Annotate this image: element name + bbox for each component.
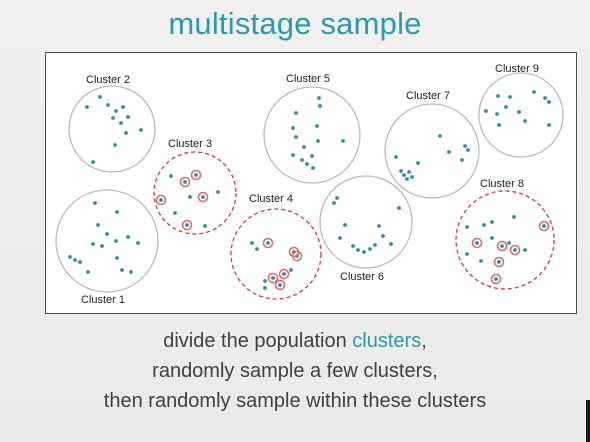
edge-shadow (586, 400, 590, 442)
caption-line-2: randomly sample a few clusters, (152, 360, 438, 382)
cluster-boundary-sampled (153, 151, 237, 235)
cluster-label: Cluster 1 (81, 294, 125, 306)
cluster-boundary-sampled (455, 190, 555, 290)
cluster-8: Cluster 8 (455, 178, 555, 290)
cluster-label: Cluster 2 (86, 74, 130, 86)
caption-line-3: then randomly sample within these cluste… (103, 390, 487, 412)
caption-highlight: clusters (352, 330, 422, 352)
cluster-label: Cluster 5 (286, 73, 330, 85)
cluster-dots (85, 95, 143, 164)
cluster-label: Cluster 3 (168, 138, 212, 150)
cluster-5: Cluster 5 (263, 73, 361, 184)
cluster-4: Cluster 4 (230, 193, 322, 300)
cluster-label: Cluster 7 (406, 90, 450, 102)
cluster-label: Cluster 6 (340, 271, 384, 283)
cluster-label: Cluster 8 (480, 178, 524, 190)
cluster-dots (68, 201, 140, 274)
cluster-boundary (55, 189, 159, 293)
slide: multistage sample Cluster 1 Cluster 2 Cl… (0, 0, 590, 442)
cluster-boundary (384, 103, 480, 199)
cluster-boundary (478, 72, 564, 158)
caption-line-1: divide the population clusters, (0, 326, 590, 356)
cluster-6: Cluster 6 (319, 175, 413, 283)
cluster-9: Cluster 9 (478, 63, 564, 158)
cluster-dots (394, 134, 470, 181)
cluster-boundary (319, 175, 413, 269)
caption-line-1-prefix: divide the population (163, 330, 353, 352)
cluster-dots (291, 96, 345, 170)
sampled-markers (262, 237, 303, 291)
caption-line-1-suffix: , (421, 330, 427, 352)
cluster-label: Cluster 4 (249, 193, 293, 205)
sampled-markers (471, 220, 550, 285)
cluster-1: Cluster 1 (55, 189, 159, 306)
cluster-7: Cluster 7 (384, 90, 480, 199)
cluster-dots (332, 196, 401, 254)
cluster-dots (484, 90, 551, 127)
cluster-3: Cluster 3 (153, 138, 237, 235)
cluster-2: Cluster 2 (68, 74, 156, 173)
cluster-label: Cluster 9 (495, 63, 539, 75)
